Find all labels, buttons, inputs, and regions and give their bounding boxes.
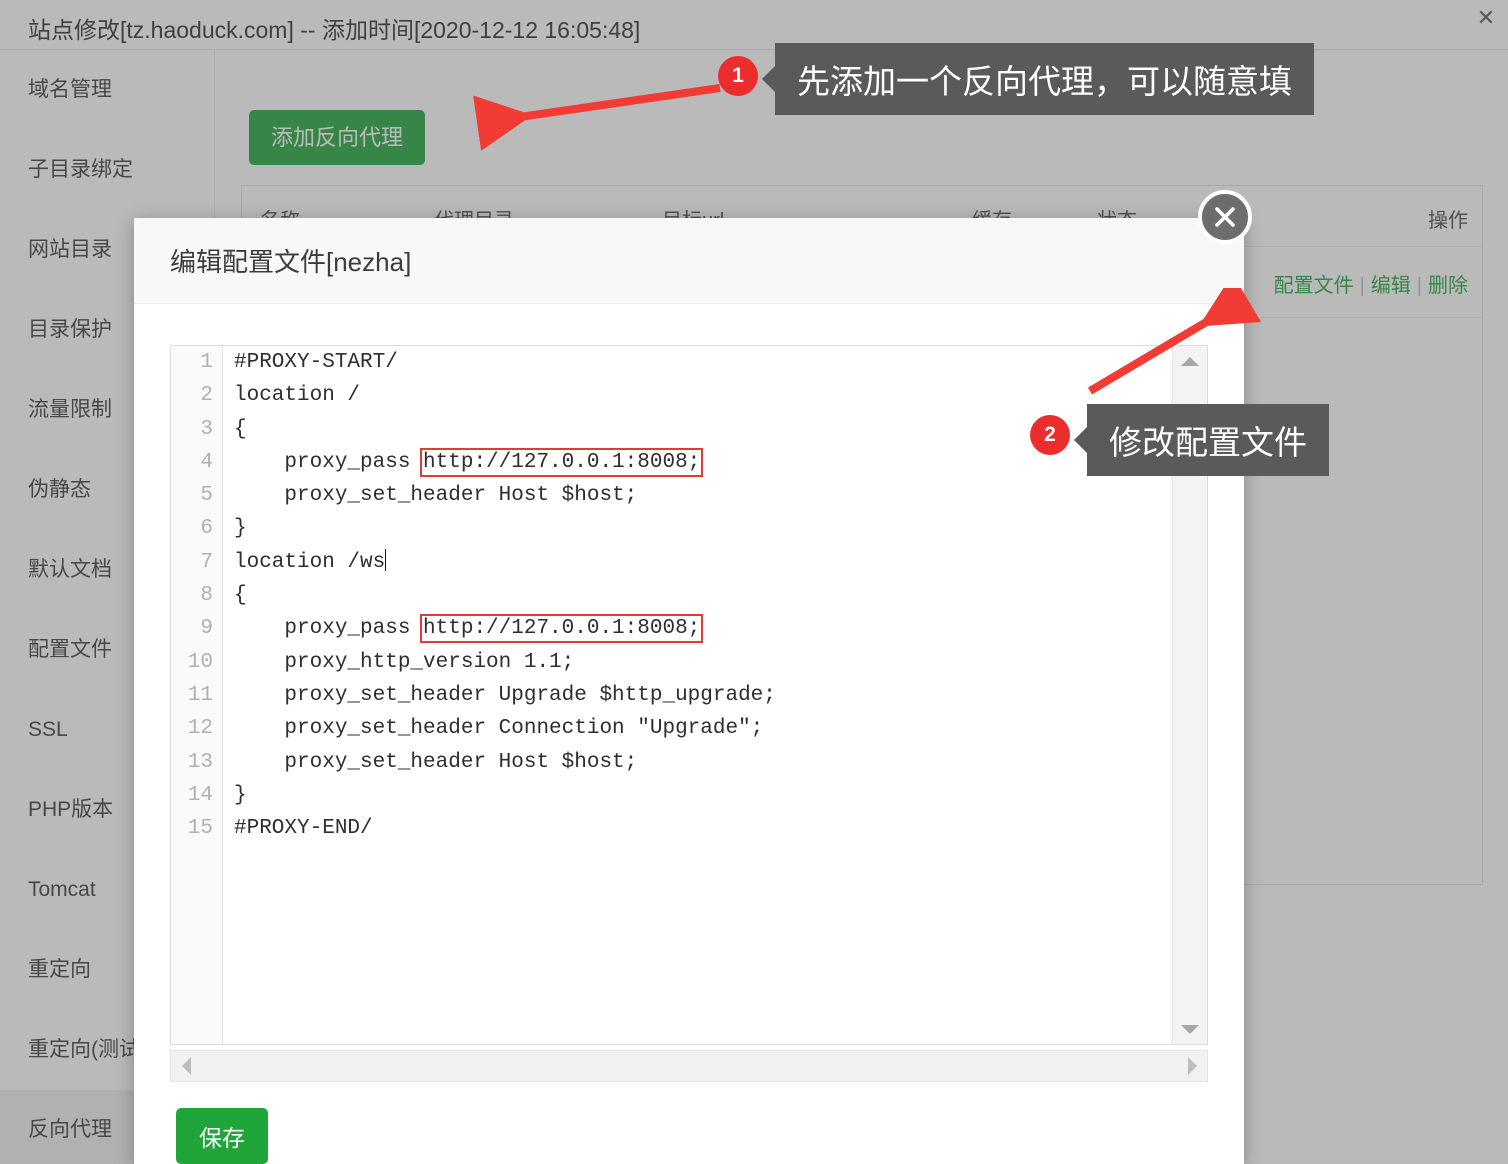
save-button[interactable]: 保存	[176, 1108, 268, 1164]
code-line[interactable]: proxy_http_version 1.1;	[234, 646, 1171, 679]
scroll-left-arrow-icon[interactable]	[171, 1051, 201, 1081]
code-text: {	[234, 584, 247, 608]
line-number: 6	[200, 517, 213, 541]
line-number: 7	[200, 550, 213, 574]
modal-header: 编辑配置文件[nezha]	[134, 218, 1244, 304]
code-text: location /ws	[234, 550, 386, 574]
code-line[interactable]: proxy_set_header Host $host;	[234, 746, 1171, 779]
code-line[interactable]: }	[234, 512, 1171, 545]
code-line[interactable]: proxy_set_header Connection "Upgrade";	[234, 712, 1171, 745]
code-text: proxy_set_header Host $host;	[234, 750, 638, 774]
modal-title: 编辑配置文件[nezha]	[170, 247, 412, 277]
annotation-tooltip-1: 先添加一个反向代理，可以随意填	[762, 43, 1314, 115]
line-number: 5	[200, 484, 213, 508]
code-line[interactable]: proxy_pass http://127.0.0.1:8008;	[234, 446, 1171, 479]
line-number: 13	[187, 750, 213, 774]
code-line[interactable]: proxy_set_header Host $host;	[234, 479, 1171, 512]
code-text: proxy_pass	[234, 450, 424, 474]
code-text: #PROXY-START/	[234, 351, 398, 374]
code-text: {	[234, 417, 247, 441]
code-text: proxy_set_header Connection "Upgrade";	[234, 717, 764, 741]
code-text: proxy_set_header Host $host;	[234, 484, 638, 508]
annotation-arrow-2	[1087, 288, 1262, 395]
highlighted-proxy-url: http://127.0.0.1:8008;	[420, 614, 704, 644]
code-line[interactable]: {	[234, 579, 1171, 612]
line-number: 12	[187, 717, 213, 741]
code-line[interactable]: location /ws	[234, 546, 1171, 579]
line-number: 9	[200, 617, 213, 641]
line-number: 2	[200, 384, 213, 408]
scroll-right-arrow-icon[interactable]	[1177, 1051, 1207, 1081]
code-text: #PROXY-END/	[234, 817, 373, 841]
text-caret	[385, 548, 387, 571]
line-number: 1	[200, 351, 213, 374]
code-text: }	[234, 783, 247, 807]
line-number: 10	[187, 650, 213, 674]
code-line[interactable]: proxy_set_header Upgrade $http_upgrade;	[234, 679, 1171, 712]
code-text: proxy_pass	[234, 617, 424, 641]
code-line[interactable]: #PROXY-END/	[234, 812, 1171, 845]
line-number: 15	[187, 817, 213, 841]
annotation-badge-2: 2	[1030, 415, 1070, 455]
code-line[interactable]: proxy_pass http://127.0.0.1:8008;	[234, 612, 1171, 645]
code-line[interactable]: location /	[234, 379, 1171, 412]
editor-code-area[interactable]: #PROXY-START/location / { proxy_pass http…	[224, 346, 1171, 1044]
modal-close-icon[interactable]	[1198, 190, 1252, 244]
scroll-down-arrow-icon[interactable]	[1173, 1014, 1207, 1044]
code-line[interactable]: }	[234, 779, 1171, 812]
line-number: 4	[200, 450, 213, 474]
annotation-tooltip-2: 修改配置文件	[1074, 404, 1329, 476]
app-root: 站点修改[tz.haoduck.com] -- 添加时间[2020-12-12 …	[0, 0, 1508, 1164]
code-text: proxy_http_version 1.1;	[234, 650, 575, 674]
code-text: }	[234, 517, 247, 541]
line-number: 11	[187, 683, 213, 707]
highlighted-proxy-url: http://127.0.0.1:8008;	[420, 447, 704, 477]
edit-config-modal: 编辑配置文件[nezha] 1 2 3 4 5 6 7 8 9 10 11 12 13 14 15 #PRO…	[134, 190, 1252, 1164]
editor-gutter: 1 2 3 4 5 6 7 8 9 10 11 12 13 14 15	[171, 346, 223, 1044]
line-number: 3	[200, 417, 213, 441]
line-number: 8	[200, 584, 213, 608]
editor-horizontal-scrollbar[interactable]	[170, 1050, 1208, 1082]
code-text: proxy_set_header Upgrade $http_upgrade;	[234, 683, 776, 707]
code-line[interactable]: #PROXY-START/	[234, 346, 1171, 379]
line-number: 14	[187, 783, 213, 807]
annotation-badge-1: 1	[718, 56, 758, 96]
code-text: location /	[234, 384, 361, 408]
